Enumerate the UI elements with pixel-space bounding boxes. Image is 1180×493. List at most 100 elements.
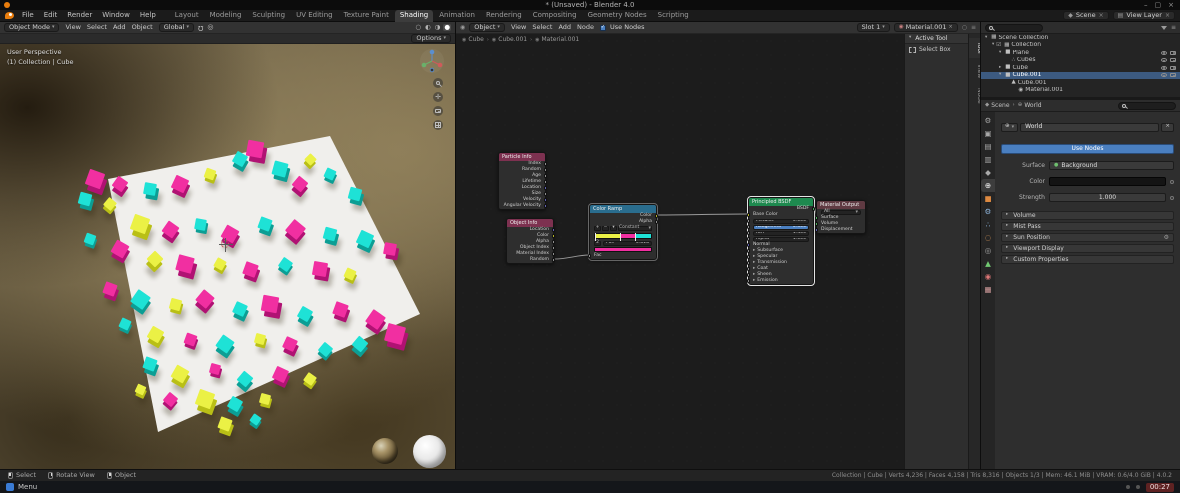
animate-dot-icon[interactable] [1170,179,1174,184]
viewport-menu-add[interactable]: Add [111,23,128,32]
color-stop-marker[interactable] [634,233,636,241]
move-view-icon[interactable]: ✛ [433,92,443,102]
properties-tab-physics[interactable]: ◌ [981,231,995,244]
section-sun-position[interactable]: ▸ Sun Position ⚙ [1001,233,1174,242]
socket-alpha[interactable] [747,237,751,241]
viewport-menu-select[interactable]: Select [85,23,109,32]
color-ramp-gradient[interactable] [594,233,652,241]
hide-viewport-icon[interactable] [1161,65,1167,70]
wireframe-shading-icon[interactable]: ○ [414,24,422,31]
section-viewport-display[interactable]: ▸ Viewport Display [1001,244,1174,253]
tray-icon[interactable] [1125,485,1130,489]
maximize-button[interactable]: ▢ [1155,1,1162,9]
mode-dropdown[interactable]: Object Mode ▾ [4,23,60,32]
outliner-row-plane[interactable]: ▾ ■ Plane [981,49,1180,57]
workspace-tab-rendering[interactable]: Rendering [481,10,527,22]
use-nodes-checkbox[interactable]: ✓ [600,24,606,31]
socket-age[interactable] [543,174,547,178]
zoom-tool-icon[interactable] [433,78,443,88]
disable-render-icon[interactable] [1170,50,1176,55]
add-stop-button[interactable]: + [594,226,601,231]
shader-menu-select[interactable]: Select [530,23,554,32]
strength-slider[interactable]: 1.000 [1049,193,1166,202]
disclosure-icon[interactable]: ▾ [992,42,994,48]
socket-surface[interactable] [815,216,819,220]
viewport-menu-view[interactable]: View [63,23,82,32]
socket-alpha[interactable] [654,220,658,224]
outliner-row-scene-collection[interactable]: ▾ ▦ Scene Collection [981,34,1180,42]
material-shading-icon[interactable]: ◑ [434,24,442,31]
workspace-tab-shading[interactable]: Shading [394,9,434,22]
workspace-tab-modeling[interactable]: Modeling [205,10,247,22]
socket-roughness[interactable] [747,225,751,229]
collection-checkbox-icon[interactable]: ☑ [996,42,1001,49]
stop-position-slider[interactable]: Pos 0.818 [603,241,652,246]
properties-tab-world[interactable]: ⊕ [981,179,995,192]
fac-socket[interactable] [588,254,592,258]
properties-crumb-world[interactable]: ⊕ World [1018,102,1042,109]
hide-viewport-icon[interactable] [1161,58,1167,63]
disable-render-icon[interactable] [1170,73,1176,78]
rendered-shading-icon[interactable]: ● [443,24,451,31]
editor-menu-icon[interactable]: ≡ [971,24,976,31]
socket-color[interactable] [551,234,555,238]
viewport-canvas[interactable]: User Perspective (1) Collection | Cube ✛ [0,44,455,469]
active-tool-row[interactable]: Select Box [905,44,968,56]
unlink-material-icon[interactable]: × [949,25,953,30]
workspace-tab-scripting[interactable]: Scripting [653,10,694,22]
workspace-tab-texture-paint[interactable]: Texture Paint [339,10,394,22]
socket-velocity[interactable] [543,198,547,202]
hide-viewport-icon[interactable] [1161,50,1167,55]
navigation-gizmo[interactable] [419,48,445,74]
interpolation-dropdown[interactable]: Constant ▾ [618,226,652,231]
workspace-tab-uv-editing[interactable]: UV Editing [291,10,338,22]
properties-tab-tool[interactable]: ⚙ [981,114,995,127]
menu-file[interactable]: File [18,10,38,21]
outliner-menu-icon[interactable]: ≡ [1171,24,1176,31]
workspace-tab-sculpting[interactable]: Sculpting [247,10,290,22]
shader-menu-node[interactable]: Node [575,23,596,32]
socket-lifetime[interactable] [543,180,547,184]
disclosure-icon[interactable]: ▾ [999,72,1001,78]
animate-dot-icon[interactable] [1170,195,1174,200]
camera-view-icon[interactable] [433,106,443,116]
disclosure-icon[interactable]: ▾ [999,50,1001,56]
section-mist-pass[interactable]: ▸ Mist Pass [1001,222,1174,231]
socket-random[interactable] [551,258,555,262]
menu-edit[interactable]: Edit [40,10,62,21]
shader-type-dropdown[interactable]: Object ▾ [469,23,505,32]
node-material-output[interactable]: Material Output All ▾ Surface Volume Displ… [815,200,866,234]
socket-material-index[interactable] [551,252,555,256]
minimize-button[interactable]: – [1144,1,1148,9]
properties-tab-object[interactable]: ■ [981,192,995,205]
color-stop-marker[interactable] [594,233,596,241]
socket-ior[interactable] [747,231,751,235]
disable-render-icon[interactable] [1170,65,1176,70]
node-title[interactable]: Object Info [507,219,553,227]
node-principled-bsdf[interactable]: Principled BSDF BSDF Base Color Metallic 0… [747,196,815,286]
node-object-info[interactable]: Object Info Location Color Alpha Object Ind… [506,218,555,264]
pin-icon[interactable]: ○ [962,24,967,31]
shader-menu-add[interactable]: Add [556,23,573,32]
socket-size[interactable] [543,192,547,196]
properties-search-input[interactable] [1118,101,1176,110]
properties-tab-object-data[interactable]: ▲ [981,257,995,270]
viewport-menu-object[interactable]: Object [130,23,155,32]
socket-emission[interactable] [747,279,751,283]
outliner-search-input[interactable] [985,23,1043,32]
solid-shading-icon[interactable]: ◐ [424,24,432,31]
socket-random[interactable] [543,168,547,172]
menu-help[interactable]: Help [136,10,160,21]
node-particle-info[interactable]: Particle Info Index Random Age Lifetime Loca… [498,152,547,210]
properties-tab-output[interactable]: ▤ [981,140,995,153]
socket-location[interactable] [543,186,547,190]
disclosure-icon[interactable]: ▸ [999,65,1001,71]
workspace-tab-geometry-nodes[interactable]: Geometry Nodes [583,10,652,22]
properties-tab-modifiers[interactable]: ⚙ [981,205,995,218]
options-dropdown[interactable]: Options ▾ [411,34,451,43]
node-title[interactable]: Color Ramp [590,205,656,213]
hide-viewport-icon[interactable] [1161,73,1167,78]
editor-type-icon[interactable]: ◉ [460,24,465,31]
breadcrumb-cube-001[interactable]: ◉ Cube.001 [492,37,527,43]
slider-alpha[interactable]: Alpha 1.000 [753,236,809,242]
